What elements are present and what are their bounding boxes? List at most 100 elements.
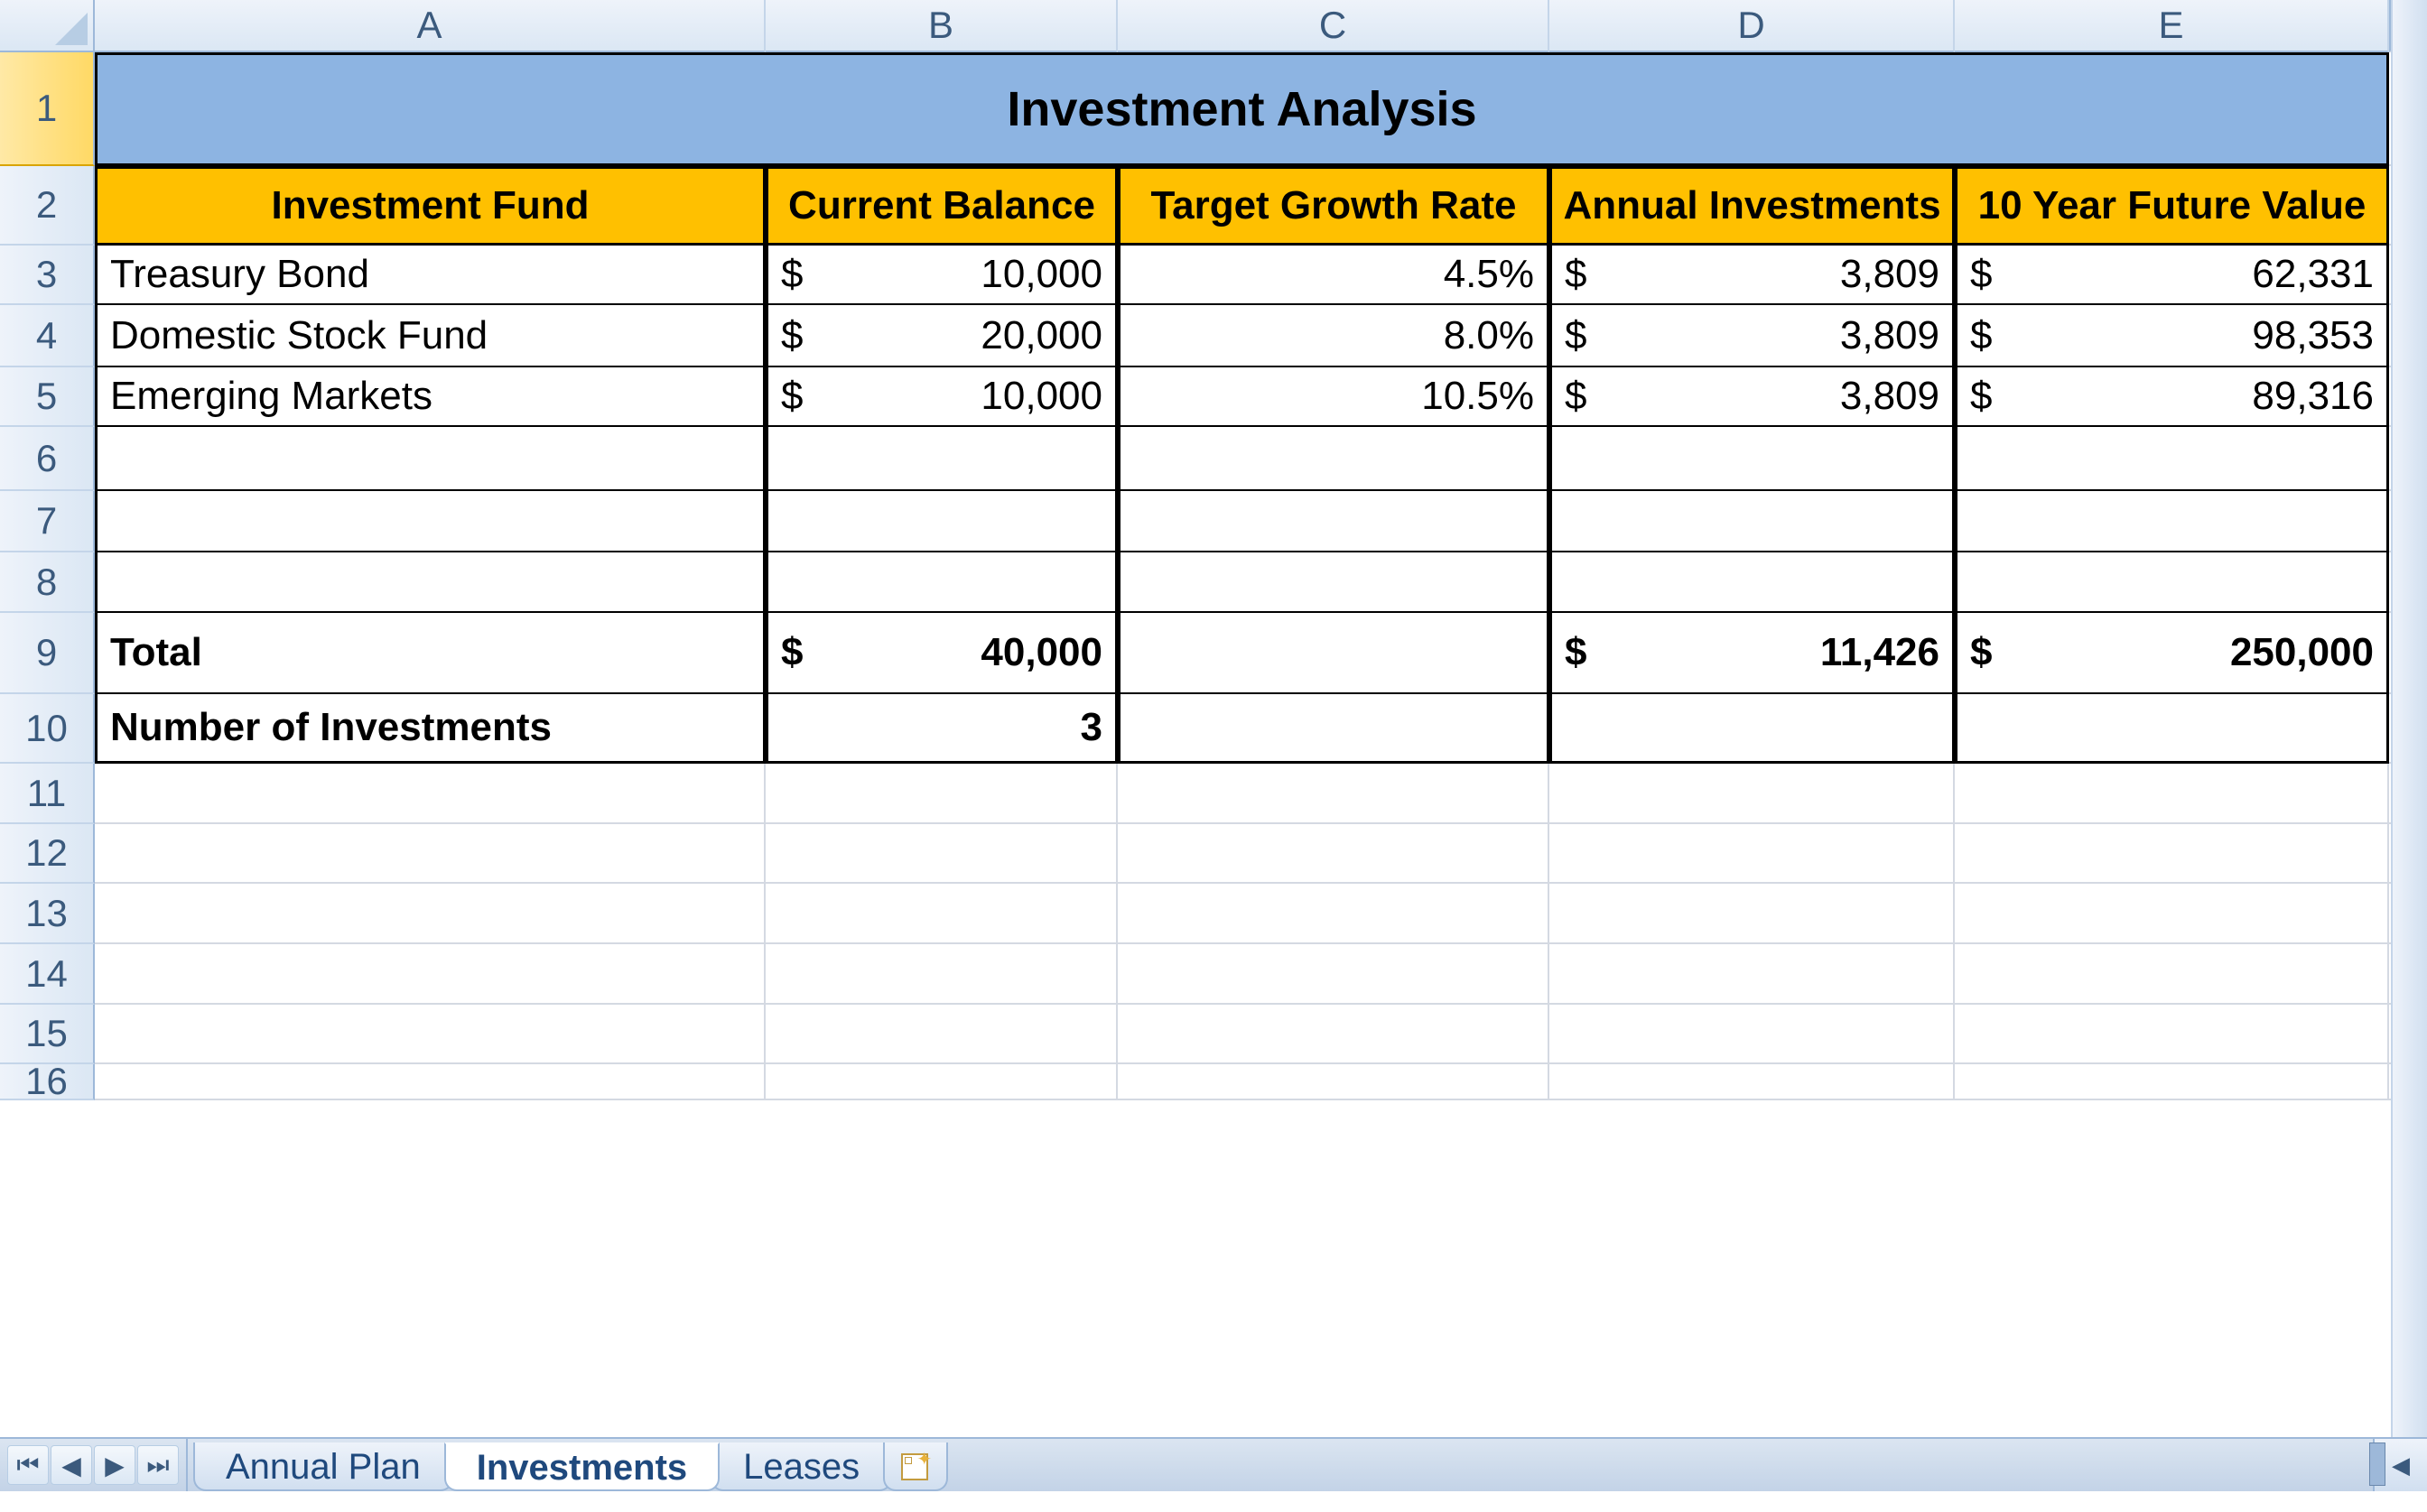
cell-d12[interactable]: [1549, 824, 1955, 884]
cell-a13[interactable]: [95, 884, 766, 944]
cell-b5[interactable]: $10,000: [766, 367, 1118, 427]
cell-b16[interactable]: [766, 1064, 1118, 1100]
cell-e15[interactable]: [1955, 1005, 2389, 1064]
cell-b14[interactable]: [766, 944, 1118, 1005]
cell-a3[interactable]: Treasury Bond: [95, 246, 766, 305]
cell-e6[interactable]: [1955, 427, 2389, 491]
cell-e13[interactable]: [1955, 884, 2389, 944]
cell-e11[interactable]: [1955, 764, 2389, 824]
cell-a7[interactable]: [95, 491, 766, 552]
cell-a5[interactable]: Emerging Markets: [95, 367, 766, 427]
cell-e3[interactable]: $62,331: [1955, 246, 2389, 305]
col-header-b[interactable]: B: [766, 0, 1118, 52]
row-header-12[interactable]: 12: [0, 824, 95, 884]
cell-a11[interactable]: [95, 764, 766, 824]
col-header-e[interactable]: E: [1955, 0, 2389, 52]
row-header-1[interactable]: 1: [0, 52, 95, 166]
cell-d11[interactable]: [1549, 764, 1955, 824]
row-header-16[interactable]: 16: [0, 1064, 95, 1100]
cell-d14[interactable]: [1549, 944, 1955, 1005]
cell-a4[interactable]: Domestic Stock Fund: [95, 305, 766, 367]
cell-e8[interactable]: [1955, 552, 2389, 613]
cell-c15[interactable]: [1118, 1005, 1549, 1064]
cell-e5[interactable]: $89,316: [1955, 367, 2389, 427]
cell-c9[interactable]: [1118, 613, 1549, 694]
tab-scroll-splitter[interactable]: [2369, 1442, 2385, 1486]
column-header-investment-fund[interactable]: Investment Fund: [95, 166, 766, 246]
cell-b4[interactable]: $20,000: [766, 305, 1118, 367]
cell-b15[interactable]: [766, 1005, 1118, 1064]
cell-e16[interactable]: [1955, 1064, 2389, 1100]
cell-a15[interactable]: [95, 1005, 766, 1064]
row-header-5[interactable]: 5: [0, 367, 95, 427]
cell-a6[interactable]: [95, 427, 766, 491]
column-header-10-year-future-value[interactable]: 10 Year Future Value: [1955, 166, 2389, 246]
cell-c13[interactable]: [1118, 884, 1549, 944]
col-header-a[interactable]: A: [95, 0, 766, 52]
row-header-9[interactable]: 9: [0, 613, 95, 694]
cell-d15[interactable]: [1549, 1005, 1955, 1064]
cell-e4[interactable]: $98,353: [1955, 305, 2389, 367]
cell-b6[interactable]: [766, 427, 1118, 491]
tab-leases[interactable]: Leases: [711, 1442, 892, 1491]
next-sheet-button[interactable]: ▶: [94, 1445, 135, 1485]
cell-d8[interactable]: [1549, 552, 1955, 613]
cell-c7[interactable]: [1118, 491, 1549, 552]
cell-b10-count-value[interactable]: 3: [766, 694, 1118, 764]
cell-a10-count-label[interactable]: Number of Investments: [95, 694, 766, 764]
cell-b11[interactable]: [766, 764, 1118, 824]
first-sheet-button[interactable]: ⏮: [7, 1445, 49, 1485]
cell-e7[interactable]: [1955, 491, 2389, 552]
cell-d10[interactable]: [1549, 694, 1955, 764]
cell-b13[interactable]: [766, 884, 1118, 944]
cell-c14[interactable]: [1118, 944, 1549, 1005]
cell-d16[interactable]: [1549, 1064, 1955, 1100]
tab-investments[interactable]: Investments: [444, 1442, 720, 1491]
cell-c3[interactable]: 4.5%: [1118, 246, 1549, 305]
cell-d6[interactable]: [1549, 427, 1955, 491]
spreadsheet-grid[interactable]: A B C D E 1 Investment Analysis 2 Invest…: [0, 0, 2427, 1437]
select-all-corner[interactable]: [0, 0, 95, 52]
cell-c12[interactable]: [1118, 824, 1549, 884]
row-header-15[interactable]: 15: [0, 1005, 95, 1064]
row-header-10[interactable]: 10: [0, 694, 95, 764]
row-header-14[interactable]: 14: [0, 944, 95, 1005]
cell-b9-total-balance[interactable]: $40,000: [766, 613, 1118, 694]
cell-e9-total-fv[interactable]: $250,000: [1955, 613, 2389, 694]
column-header-current-balance[interactable]: Current Balance: [766, 166, 1118, 246]
cell-d13[interactable]: [1549, 884, 1955, 944]
title-banner[interactable]: Investment Analysis: [95, 52, 2389, 166]
cell-e14[interactable]: [1955, 944, 2389, 1005]
last-sheet-button[interactable]: ⏭: [137, 1445, 179, 1485]
column-header-annual-investments[interactable]: Annual Investments: [1549, 166, 1955, 246]
cell-d9-total-annual[interactable]: $11,426: [1549, 613, 1955, 694]
cell-c4[interactable]: 8.0%: [1118, 305, 1549, 367]
cell-d3[interactable]: $3,809: [1549, 246, 1955, 305]
cell-c8[interactable]: [1118, 552, 1549, 613]
cell-d4[interactable]: $3,809: [1549, 305, 1955, 367]
cell-c6[interactable]: [1118, 427, 1549, 491]
cell-b7[interactable]: [766, 491, 1118, 552]
row-header-13[interactable]: 13: [0, 884, 95, 944]
row-header-11[interactable]: 11: [0, 764, 95, 824]
cell-e10[interactable]: [1955, 694, 2389, 764]
row-header-4[interactable]: 4: [0, 305, 95, 367]
row-header-7[interactable]: 7: [0, 491, 95, 552]
cell-c16[interactable]: [1118, 1064, 1549, 1100]
cell-a12[interactable]: [95, 824, 766, 884]
row-header-2[interactable]: 2: [0, 166, 95, 246]
col-header-d[interactable]: D: [1549, 0, 1955, 52]
new-sheet-button[interactable]: [883, 1442, 948, 1491]
cell-c5[interactable]: 10.5%: [1118, 367, 1549, 427]
cell-b8[interactable]: [766, 552, 1118, 613]
vertical-scrollbar[interactable]: [2391, 0, 2427, 1437]
cell-d7[interactable]: [1549, 491, 1955, 552]
cell-a9-total-label[interactable]: Total: [95, 613, 766, 694]
cell-b3[interactable]: $10,000: [766, 246, 1118, 305]
cell-e12[interactable]: [1955, 824, 2389, 884]
cell-b12[interactable]: [766, 824, 1118, 884]
col-header-c[interactable]: C: [1118, 0, 1549, 52]
row-header-8[interactable]: 8: [0, 552, 95, 613]
cell-a16[interactable]: [95, 1064, 766, 1100]
column-header-target-growth-rate[interactable]: Target Growth Rate: [1118, 166, 1549, 246]
